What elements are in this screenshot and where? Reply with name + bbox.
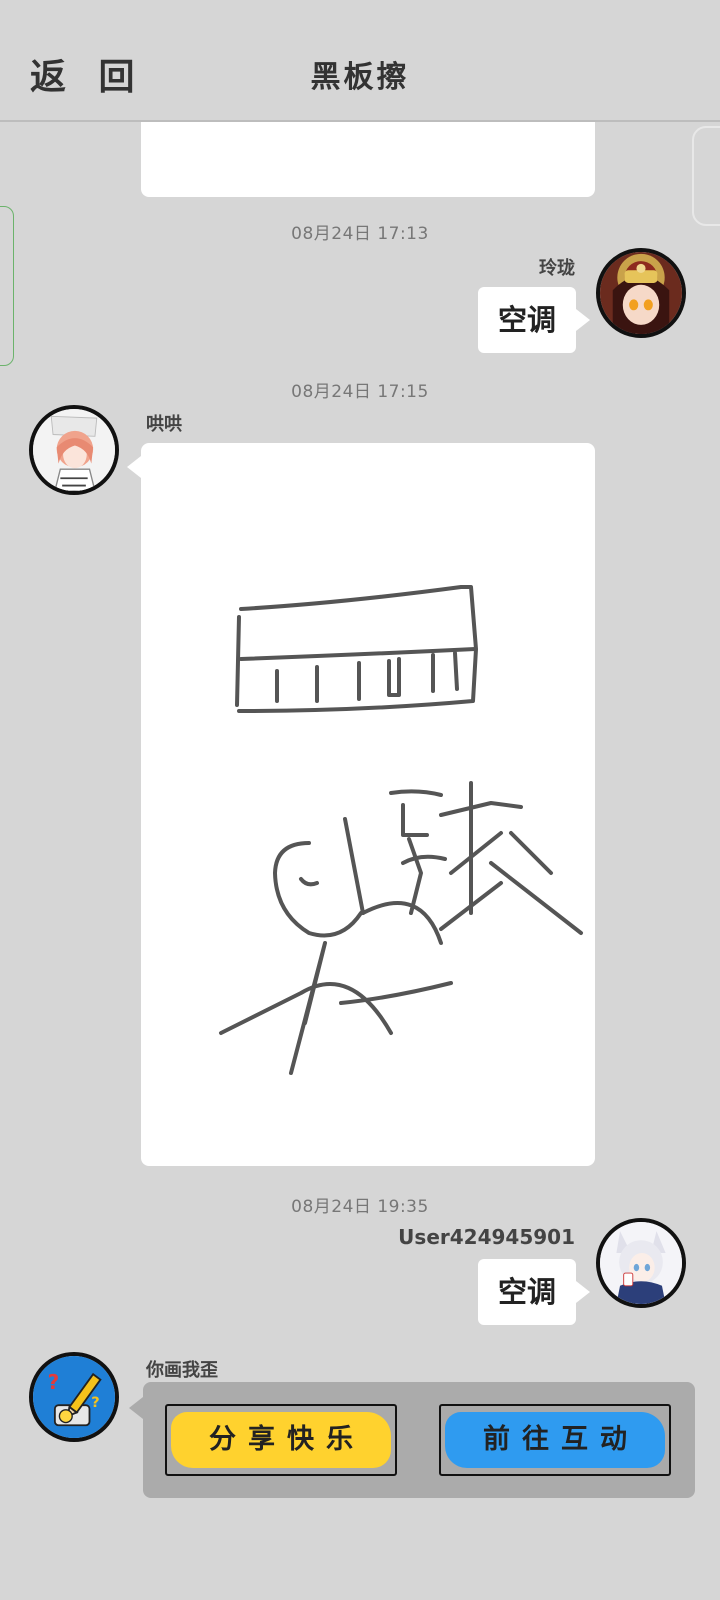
previous-drawing-card[interactable] <box>141 118 595 197</box>
sender-name: 哄哄 <box>146 414 182 435</box>
right-side-tab[interactable] <box>692 126 720 226</box>
share-button-label: 分享快乐 <box>209 1424 365 1455</box>
page-title: 黑板擦 <box>310 60 410 95</box>
interact-button-label: 前往互动 <box>483 1424 639 1455</box>
message-text: 空调 <box>497 303 556 337</box>
bubble-tail <box>127 456 141 478</box>
top-bar: 返 回 黑板擦 <box>0 0 720 122</box>
avatar-linglong[interactable] <box>596 248 686 338</box>
timestamp: 08月24日 19:35 <box>291 1197 429 1217</box>
pencil-question-icon: ? ? <box>33 1356 115 1438</box>
go-interact-button[interactable]: 前往互动 <box>439 1404 671 1476</box>
avatar-honghong[interactable] <box>29 405 119 495</box>
svg-text:?: ? <box>91 1394 99 1411</box>
anime-avatar-icon <box>600 252 682 334</box>
anime-avatar-icon <box>33 409 115 491</box>
timestamp: 08月24日 17:15 <box>291 382 429 402</box>
svg-text:?: ? <box>48 1370 60 1394</box>
game-card: 分享快乐 前往互动 <box>143 1382 695 1498</box>
anime-avatar-icon <box>600 1222 682 1304</box>
bubble-tail <box>129 1397 143 1419</box>
share-joy-button[interactable]: 分享快乐 <box>165 1404 397 1476</box>
sender-name: 你画我歪 <box>146 1360 218 1381</box>
message-text: 空调 <box>497 1275 556 1309</box>
sender-name: 玲珑 <box>539 258 575 279</box>
sender-name: User424945901 <box>398 1225 575 1249</box>
drawing-card[interactable] <box>141 443 595 1166</box>
timestamp: 08月24日 17:13 <box>291 224 429 244</box>
message-bubble[interactable]: 空调 <box>478 287 590 353</box>
message-bubble[interactable]: 空调 <box>478 1259 590 1325</box>
sketch-drawing <box>219 585 583 1075</box>
avatar-game[interactable]: ? ? <box>29 1352 119 1442</box>
avatar-user[interactable] <box>596 1218 686 1308</box>
